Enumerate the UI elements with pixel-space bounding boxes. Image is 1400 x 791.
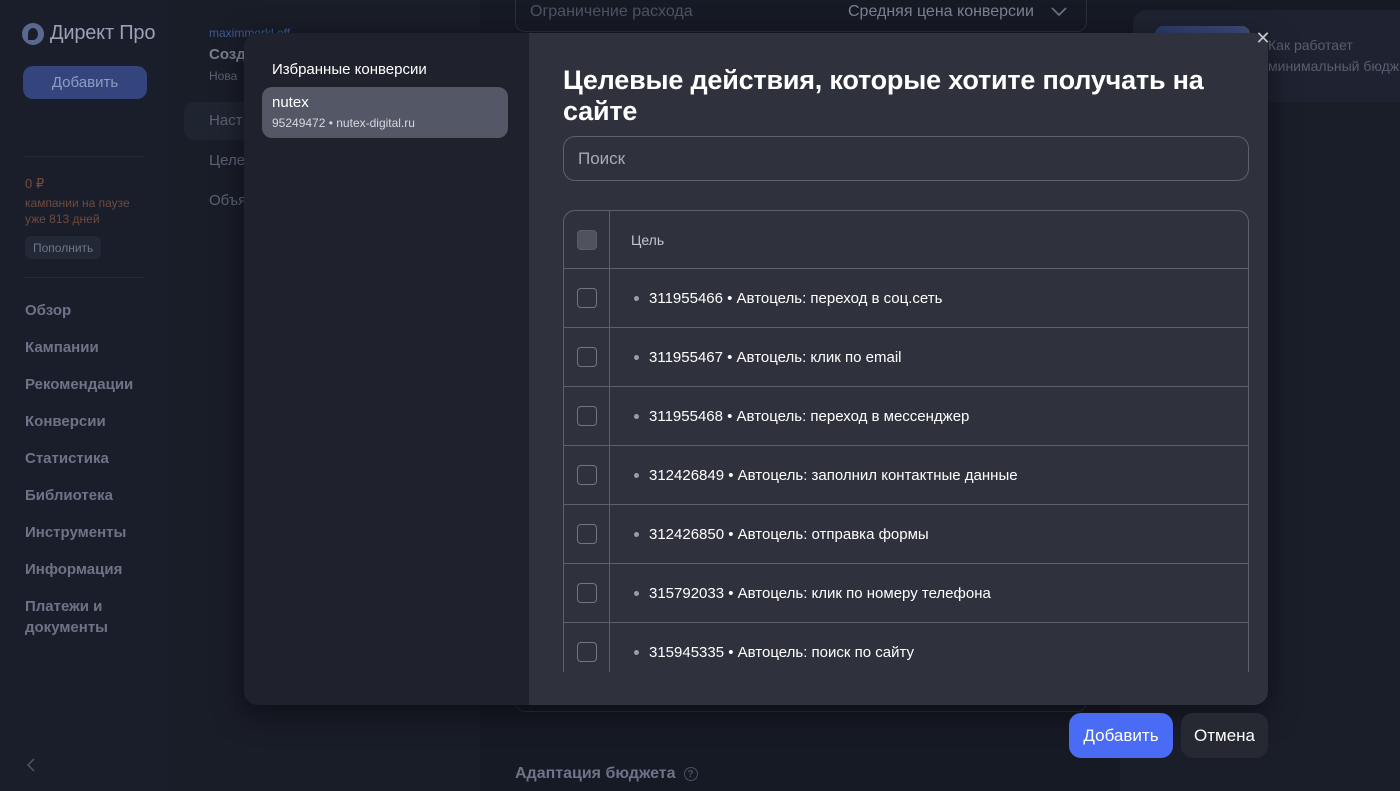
goal-search-input[interactable]: [563, 136, 1249, 181]
tab-goals[interactable]: Целе: [209, 152, 245, 169]
table-row[interactable]: 311955468 • Автоцель: переход в мессендж…: [564, 387, 1248, 446]
column-header-goal: Цель: [631, 231, 665, 248]
close-icon: ✕: [1255, 27, 1271, 48]
nav-item-conversions[interactable]: Конверсии: [25, 403, 135, 440]
nav-item-overview[interactable]: Обзор: [25, 292, 135, 329]
sidebar-add-button[interactable]: Добавить: [23, 66, 147, 99]
tab-ads[interactable]: Объя: [209, 192, 246, 209]
table-row[interactable]: 312426850 • Автоцель: отправка формы: [564, 505, 1248, 564]
nav-item-recommendations[interactable]: Рекомендации: [25, 366, 135, 403]
sidebar-divider: [25, 277, 145, 278]
nav-item-library[interactable]: Библиотека: [25, 477, 135, 514]
goal-label: 311955468 • Автоцель: переход в мессендж…: [649, 407, 970, 425]
table-header-row: Цель: [564, 211, 1248, 269]
info-card-text: Как работает минимальный бюдж: [1268, 37, 1400, 74]
logo-text: Директ Про: [50, 22, 156, 44]
nav-item-statistics[interactable]: Статистика: [25, 440, 135, 477]
help-icon[interactable]: ?: [683, 767, 698, 781]
table-row[interactable]: 311955466 • Автоцель: переход в соц.сеть: [564, 269, 1248, 328]
tab-settings[interactable]: Наст: [209, 112, 243, 129]
add-goals-button[interactable]: Добавить: [1069, 713, 1173, 758]
main-nav: Обзор Кампании Рекомендации Конверсии Ст…: [25, 292, 135, 638]
campaign-pause-note: кампании на паузе уже 813 дней: [25, 196, 130, 226]
table-row[interactable]: 312426849 • Автоцель: заполнил контактны…: [564, 446, 1248, 505]
nav-item-tools[interactable]: Инструменты: [25, 514, 135, 551]
goal-label: 312426850 • Автоцель: отправка формы: [649, 525, 929, 543]
table-row[interactable]: 315945335 • Автоцель: поиск по сайту: [564, 623, 1248, 672]
bullet-icon: [634, 531, 639, 537]
bullet-icon: [634, 413, 639, 419]
goal-label: 311955466 • Автоцель: переход в соц.сеть: [649, 289, 943, 307]
campaign-page-subtitle: Нова: [209, 69, 238, 83]
goals-panel: Целевые действия, которые хотите получат…: [529, 33, 1268, 705]
yandex-direct-logo-icon: [22, 22, 44, 45]
nav-item-information[interactable]: Информация: [25, 551, 135, 588]
campaign-page-title: Созд: [209, 46, 246, 63]
goal-label: 315945335 • Автоцель: поиск по сайту: [649, 643, 914, 661]
goal-checkbox[interactable]: [576, 642, 597, 662]
close-modal-button[interactable]: ✕: [1250, 25, 1276, 51]
table-row[interactable]: 315792033 • Автоцель: клик по номеру тел…: [564, 564, 1248, 623]
nav-item-campaigns[interactable]: Кампании: [25, 329, 135, 366]
collapse-sidebar-icon[interactable]: [26, 758, 40, 774]
bullet-icon: [634, 354, 639, 360]
goal-label: 315792033 • Автоцель: клик по номеру тел…: [649, 584, 991, 602]
budget-adaptation-label: Адаптация бюджета: [515, 765, 676, 782]
select-all-checkbox[interactable]: [576, 229, 597, 250]
goal-checkbox[interactable]: [576, 524, 597, 544]
spend-limit-value: Средняя цена конверсии: [848, 3, 1034, 20]
favorite-counter-item[interactable]: nutex 95249472 • nutex-digital.ru: [262, 87, 508, 138]
goal-checkbox[interactable]: [576, 288, 597, 308]
goal-checkbox[interactable]: [576, 583, 597, 603]
goal-checkbox[interactable]: [576, 465, 597, 485]
nav-item-payments[interactable]: Платежи и документы: [25, 588, 135, 638]
favorites-title: Избранные конверсии: [272, 61, 427, 78]
goals-table: Цель 311955466 • Автоцель: переход в соц…: [563, 210, 1249, 672]
topup-button[interactable]: Пополнить: [25, 236, 102, 259]
bullet-icon: [634, 295, 639, 301]
goal-label: 312426849 • Автоцель: заполнил контактны…: [649, 466, 1018, 484]
account-balance: 0 ₽: [25, 176, 45, 191]
modal-title: Целевые действия, которые хотите получат…: [563, 65, 1204, 126]
bullet-icon: [634, 472, 639, 478]
goal-label: 311955467 • Автоцель: клик по email: [649, 348, 902, 366]
table-row[interactable]: 311955467 • Автоцель: клик по email: [564, 328, 1248, 387]
cancel-button[interactable]: Отмена: [1181, 713, 1268, 758]
goal-checkbox[interactable]: [576, 347, 597, 367]
favorite-counter-meta: 95249472 • nutex-digital.ru: [272, 116, 415, 130]
chevron-down-icon: [1050, 2, 1068, 20]
goal-checkbox[interactable]: [576, 406, 597, 426]
bullet-icon: [634, 649, 639, 655]
app-logo[interactable]: Директ Про: [22, 22, 155, 45]
budget-adaptation-heading: Адаптация бюджета ?: [515, 765, 698, 783]
bullet-icon: [634, 590, 639, 596]
favorites-panel: Избранные конверсии nutex 95249472 • nut…: [244, 33, 529, 705]
favorite-counter-name: nutex: [272, 94, 309, 111]
conversions-modal: Избранные конверсии nutex 95249472 • nut…: [244, 33, 1268, 705]
spend-limit-label: Ограничение расхода: [530, 3, 693, 20]
sidebar-divider: [25, 156, 145, 157]
